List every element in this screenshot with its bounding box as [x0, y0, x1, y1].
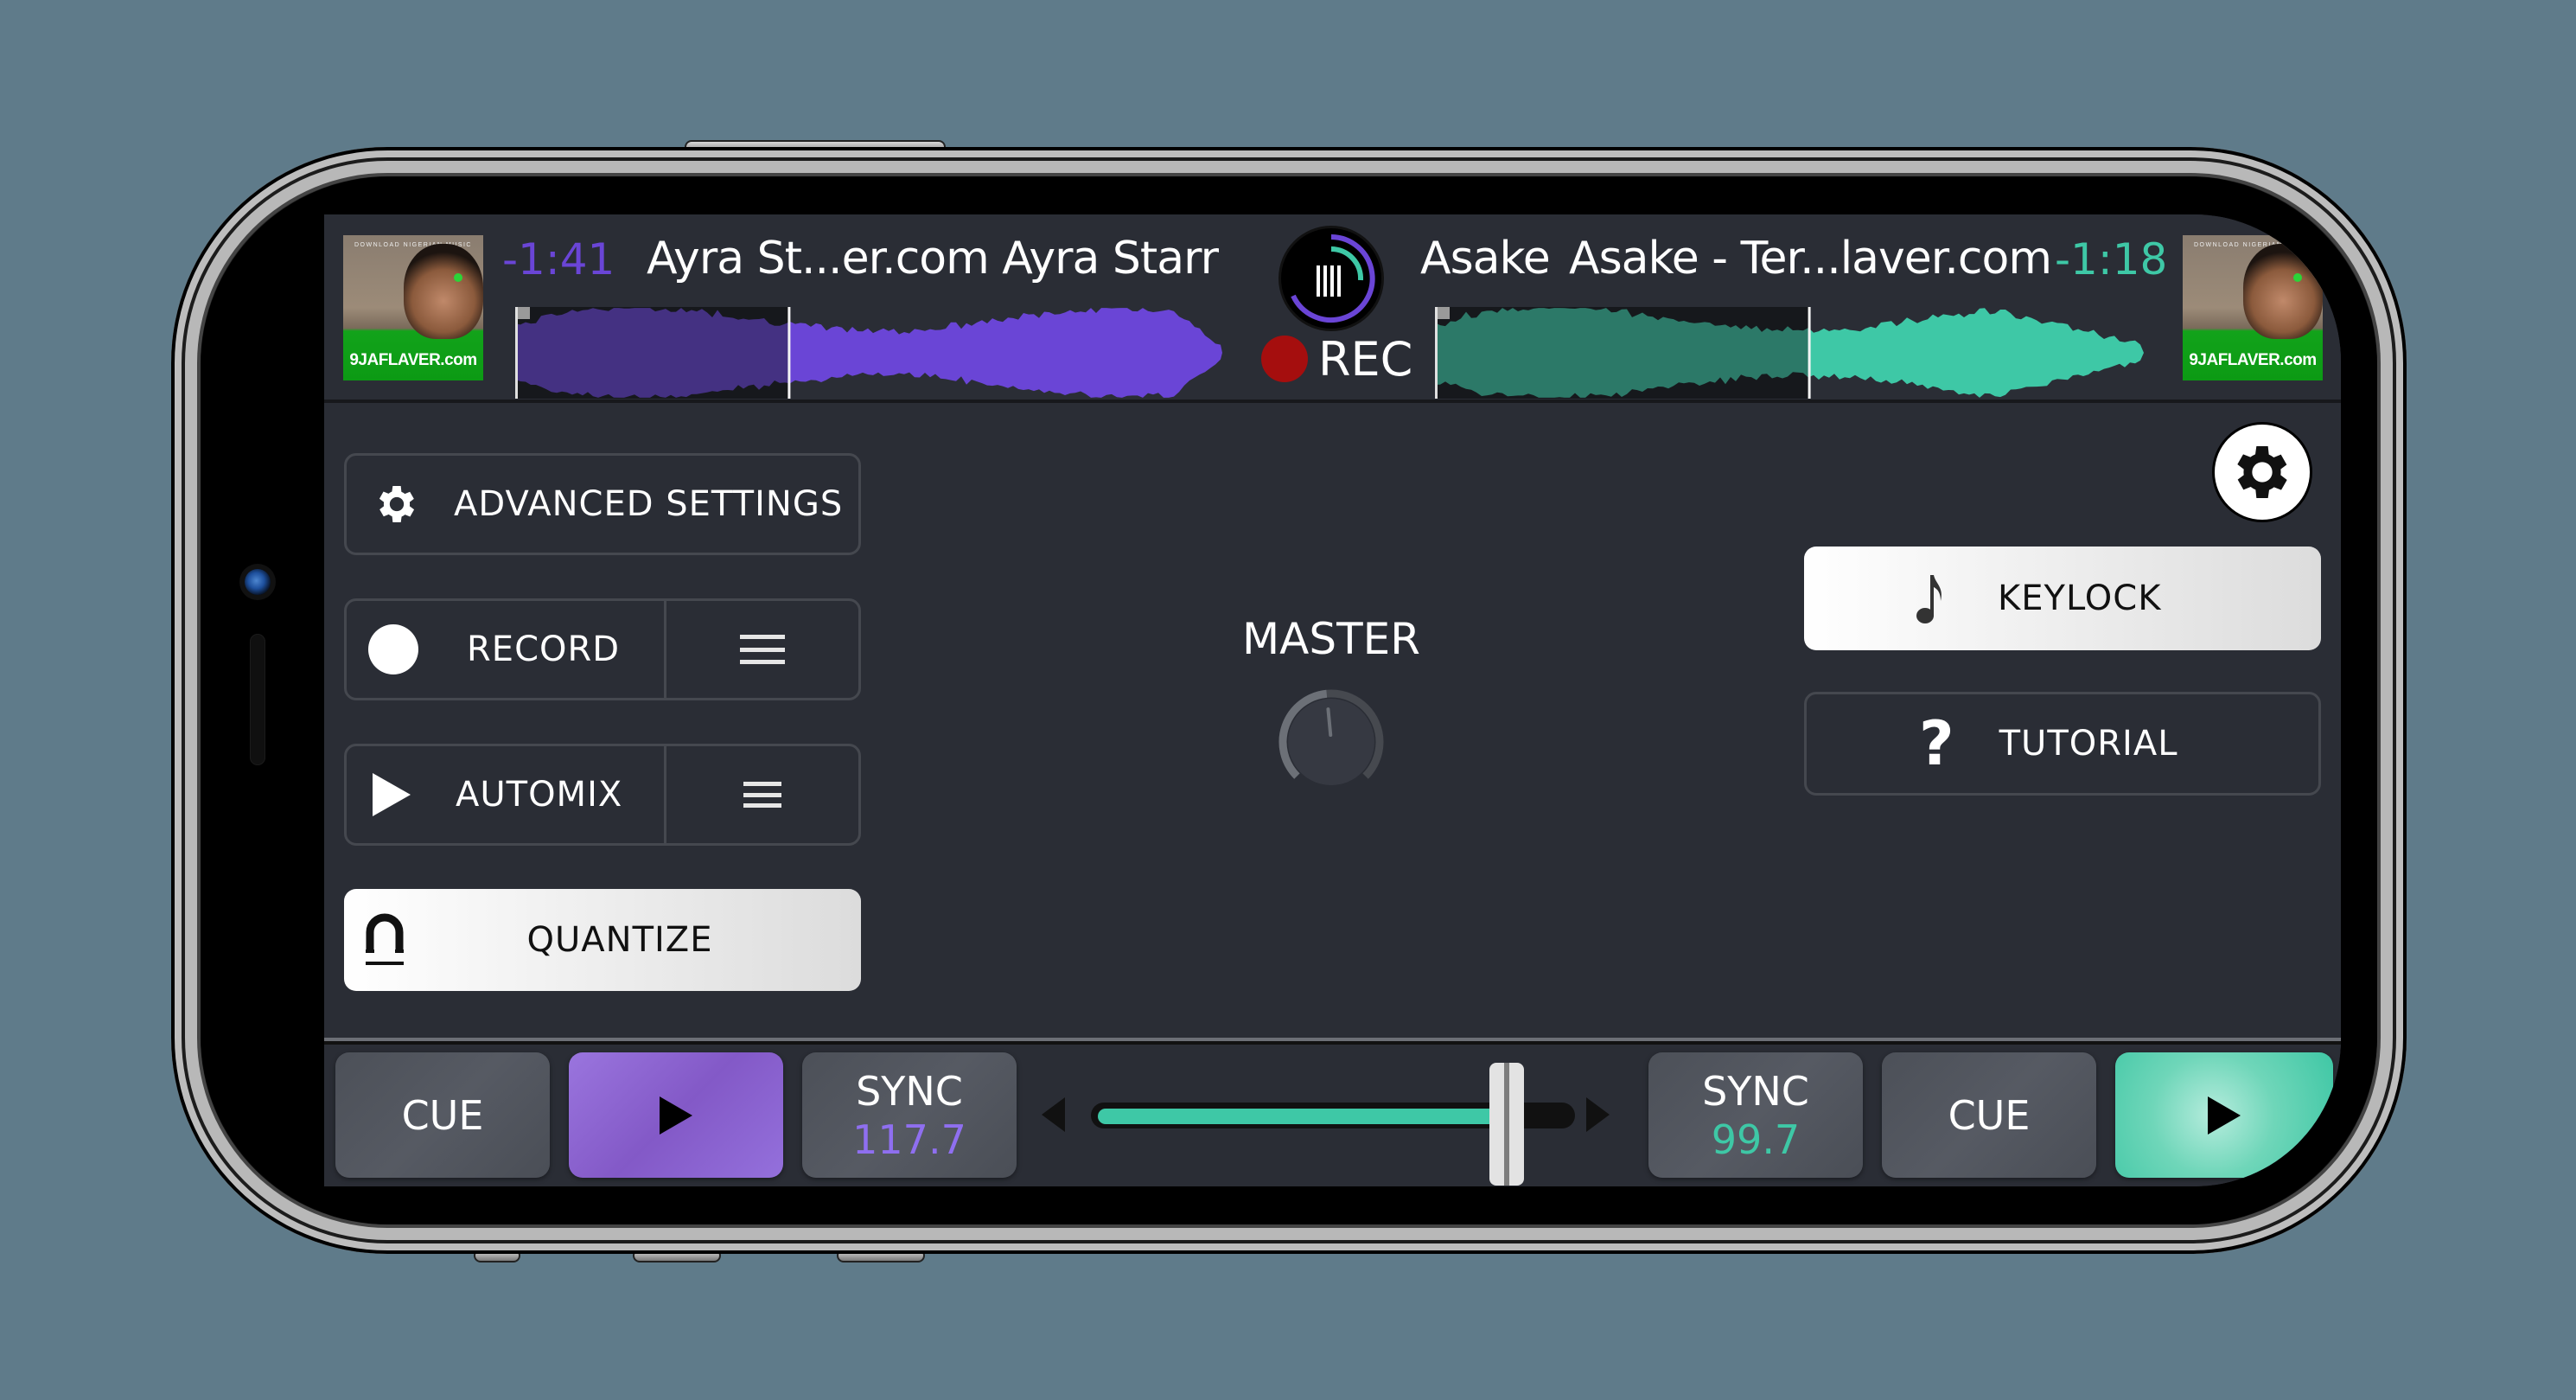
deck-b-cue-label: CUE: [1948, 1091, 2031, 1139]
record-label: RECORD: [467, 630, 621, 669]
crossfader-right-arrow[interactable]: [1586, 1097, 1610, 1132]
deck-b-waveform-svg: [1435, 307, 2144, 399]
deck-b-cue-button[interactable]: CUE: [1882, 1052, 2096, 1178]
crossfader-handle-line: [1504, 1063, 1510, 1186]
advanced-settings-label: ADVANCED SETTINGS: [454, 484, 844, 524]
deck-b-time-remaining: -1:18: [2055, 234, 2168, 284]
deck-b-bpm: 99.7: [1711, 1116, 1801, 1163]
keylock-label: KEYLOCK: [1998, 579, 2162, 618]
deck-b-play-button[interactable]: [2115, 1052, 2333, 1178]
deck-a-cue-flag: [518, 307, 530, 319]
tutorial-button[interactable]: ? TUTORIAL: [1804, 692, 2321, 796]
deck-b-sync-button[interactable]: SYNC 99.7: [1648, 1052, 1863, 1178]
deck-b-track-title: Asake - Ter...laver.com: [1569, 233, 2052, 284]
deck-a-waveform[interactable]: [515, 307, 1233, 399]
menu-icon: [743, 782, 781, 808]
master-knob-svg: [1278, 689, 1384, 785]
record-button[interactable]: RECORD: [347, 601, 666, 698]
deck-a-playhead: [787, 307, 791, 399]
album-art-brand: 9JAFLAVER.com: [349, 351, 477, 369]
menu-icon: [740, 635, 785, 664]
deck-b-start-marker: [1435, 307, 1438, 399]
music-note-icon: [1916, 575, 1942, 623]
rec-label: REC: [1318, 332, 1413, 387]
deck-a-start-marker: [515, 307, 518, 399]
front-camera: [245, 569, 271, 595]
app-screen: DOWNLOAD NIGERIAN MUSIC 9JAFLAVER.com -1…: [324, 214, 2341, 1186]
record-button-group: RECORD: [344, 598, 861, 700]
center-logo-disc[interactable]: [1281, 228, 1381, 329]
rec-indicator-dot: [1261, 336, 1308, 382]
crossfader-fill: [1098, 1109, 1508, 1124]
automix-button-group: AUTOMIX: [344, 744, 861, 846]
play-icon: [373, 773, 411, 816]
album-art-brand: 9JAFLAVER.com: [2189, 351, 2317, 369]
tutorial-label: TUTORIAL: [1999, 724, 2178, 764]
master-knob[interactable]: [1278, 688, 1385, 796]
deck-a-sync-label: SYNC: [856, 1067, 963, 1115]
deck-a-played-overlay: [515, 307, 788, 399]
record-circle-icon: [368, 624, 418, 674]
play-icon: [660, 1096, 692, 1135]
deck-a-time-remaining: -1:41: [502, 234, 615, 284]
deck-a-bpm: 117.7: [852, 1116, 966, 1163]
crossfader-left-arrow[interactable]: [1042, 1097, 1065, 1132]
settings-button[interactable]: [2215, 425, 2310, 520]
question-icon: ?: [1919, 708, 1954, 779]
automix-label: AUTOMIX: [456, 775, 623, 815]
knob-body: [1288, 699, 1374, 785]
deck-a-album-art[interactable]: DOWNLOAD NIGERIAN MUSIC 9JAFLAVER.com: [343, 235, 483, 380]
keylock-button[interactable]: KEYLOCK: [1804, 547, 2321, 650]
deck-b-album-art[interactable]: DOWNLOAD NIGERIAN MUSIC 9JAFLAVER.com: [2183, 235, 2323, 380]
deck-b-played-overlay: [1435, 307, 1808, 399]
headphone-dot: [2293, 273, 2302, 282]
vinyl-bars-icon: [1291, 234, 1375, 323]
play-icon: [2208, 1096, 2241, 1135]
deck-b-cue-flag: [1438, 307, 1450, 319]
deck-a-track-title: Ayra St...er.com Ayra Starr: [647, 233, 1219, 284]
deck-b-playhead: [1808, 307, 1811, 399]
deck-a-cue-button[interactable]: CUE: [335, 1052, 550, 1178]
deck-header: DOWNLOAD NIGERIAN MUSIC 9JAFLAVER.com -1…: [324, 214, 2341, 403]
gear-icon: [379, 486, 415, 522]
master-label: MASTER: [1242, 614, 1420, 664]
crossfader-handle[interactable]: [1489, 1063, 1525, 1186]
album-art-photo: [2243, 244, 2323, 339]
deck-a-waveform-svg: [515, 307, 1222, 399]
quantize-button[interactable]: QUANTIZE: [344, 889, 861, 991]
gear-icon: [2237, 446, 2287, 498]
deck-a-sync-button[interactable]: SYNC 117.7: [802, 1052, 1017, 1178]
deck-b-artist: Asake: [1420, 233, 1551, 284]
deck-a-play-button[interactable]: [569, 1052, 783, 1178]
automix-menu-button[interactable]: [666, 746, 858, 843]
album-art-photo: [404, 244, 483, 339]
deck-b-waveform[interactable]: [1435, 307, 2152, 399]
quantize-label: QUANTIZE: [526, 920, 713, 960]
earpiece-speaker: [250, 634, 265, 765]
headphone-dot: [454, 273, 462, 282]
advanced-settings-button[interactable]: ADVANCED SETTINGS: [344, 453, 861, 555]
deck-a-cue-label: CUE: [401, 1091, 484, 1139]
deck-b-sync-label: SYNC: [1702, 1067, 1809, 1115]
record-menu-button[interactable]: [666, 601, 858, 698]
knob-pointer: [1326, 707, 1333, 738]
automix-button[interactable]: AUTOMIX: [347, 746, 666, 843]
